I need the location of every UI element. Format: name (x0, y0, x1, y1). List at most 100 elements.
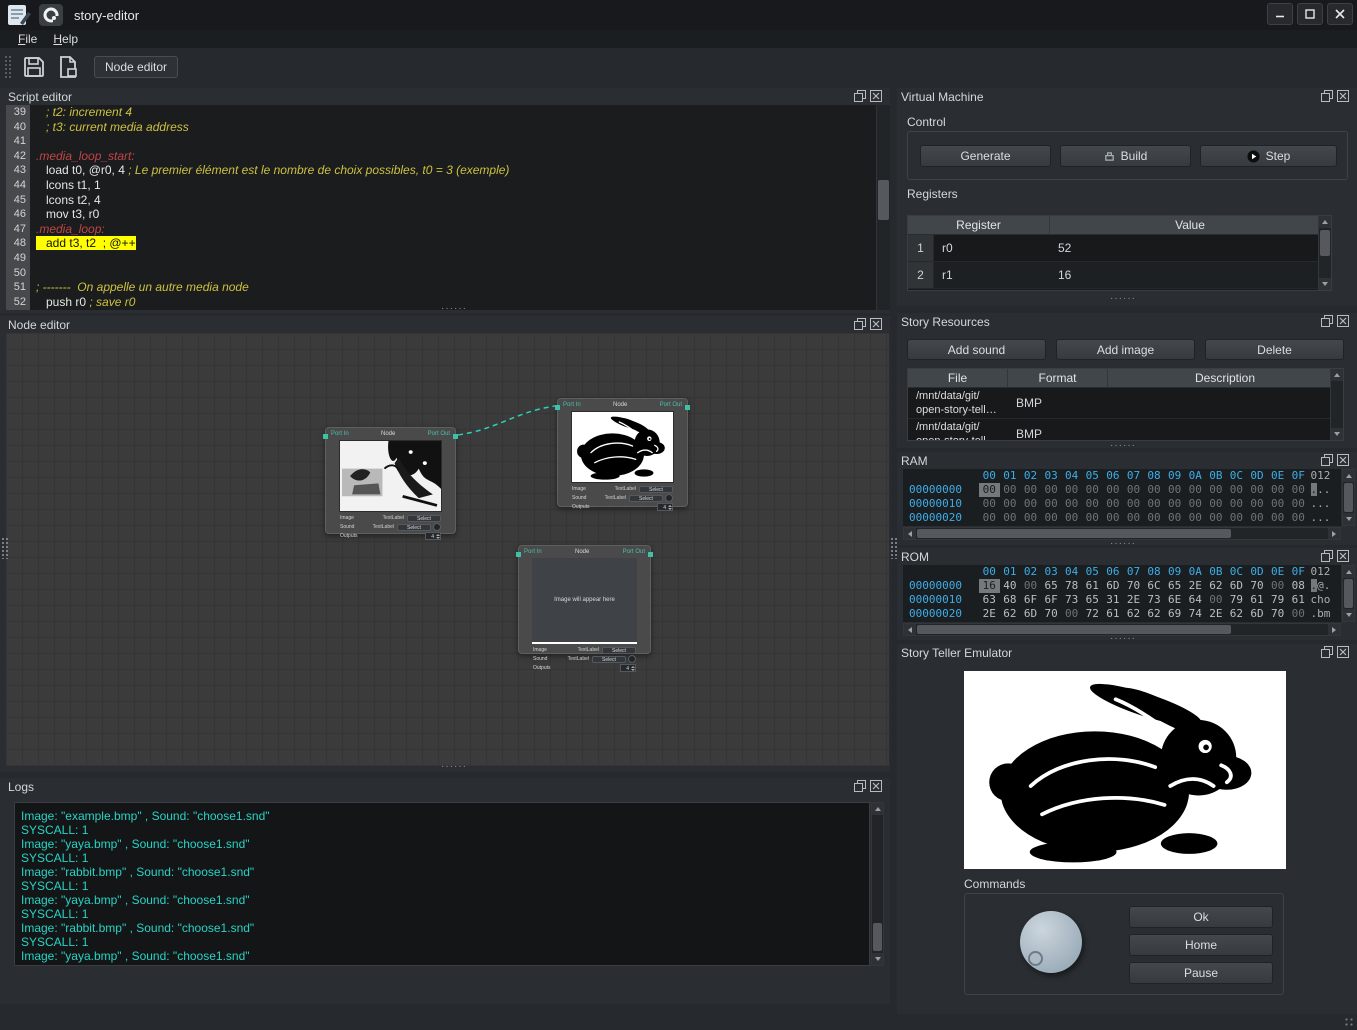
logs-scrollbar-thumb[interactable] (873, 923, 882, 951)
vertical-splitter-handle[interactable] (1, 537, 8, 559)
scroll-left-arrow[interactable] (904, 528, 916, 539)
scroll-right-arrow[interactable] (1328, 624, 1340, 635)
close-panel-icon[interactable] (1337, 550, 1349, 562)
logs-scrollbar[interactable] (871, 802, 884, 966)
select-button[interactable]: Select (407, 515, 441, 522)
emulator-header[interactable]: Story Teller Emulator (897, 644, 1357, 661)
wheel-knob[interactable] (1020, 911, 1082, 973)
resources-header[interactable]: Story Resources (897, 313, 1357, 330)
script-scrollbar[interactable] (876, 105, 890, 310)
spin-down-arrow[interactable] (668, 508, 672, 510)
registers-scrollbar[interactable] (1318, 216, 1331, 290)
spin-up-arrow[interactable] (668, 505, 672, 507)
splitter-handle[interactable]: ······ (1110, 296, 1136, 302)
play-sound-button[interactable] (628, 655, 636, 663)
close-panel-icon[interactable] (1337, 90, 1349, 102)
hex-row[interactable]: 000000001640006578616D706C652E626D700008… (903, 579, 1341, 593)
scroll-up-arrow[interactable] (1331, 369, 1343, 381)
registers-scrollbar-thumb[interactable] (1320, 230, 1330, 256)
resource-row[interactable]: /mnt/data/git/open-story-tellBMP (908, 419, 1343, 441)
vm-header[interactable]: Virtual Machine (897, 88, 1357, 105)
rom-vscrollbar[interactable] (1342, 565, 1355, 622)
media-node[interactable]: Port InNodePort OutImageTextLabelSelectS… (325, 427, 456, 534)
ram-vscroll-thumb[interactable] (1344, 483, 1353, 512)
logs-header[interactable]: Logs (0, 778, 890, 795)
outputs-spinbox[interactable]: 4 (620, 664, 636, 672)
spin-down-arrow[interactable] (436, 537, 440, 539)
outputs-spinbox[interactable]: 4 (425, 532, 441, 540)
menu-help[interactable]: Help (45, 31, 86, 47)
node-editor-header[interactable]: Node editor (0, 316, 890, 333)
float-panel-icon[interactable] (1321, 454, 1333, 466)
select-button[interactable]: Select (629, 495, 663, 502)
hex-row[interactable]: 0000000000000000000000000000000000000000… (903, 483, 1341, 497)
logs-output[interactable]: Image: "example.bmp" , Sound: "choose1.s… (14, 802, 870, 966)
select-button[interactable]: Select (592, 656, 626, 663)
toolbar-drag-handle[interactable] (4, 55, 12, 79)
ram-header[interactable]: RAM (897, 452, 1357, 469)
script-scrollbar-thumb[interactable] (878, 180, 889, 220)
home-button[interactable]: Home (1129, 934, 1273, 956)
scroll-down-arrow[interactable] (1343, 513, 1354, 525)
outputs-spinbox[interactable]: 4 (657, 503, 673, 511)
scroll-down-arrow[interactable] (1331, 428, 1343, 440)
ram-hscroll-thumb[interactable] (917, 529, 1231, 538)
play-sound-button[interactable] (665, 494, 673, 502)
minimize-button[interactable] (1267, 3, 1293, 25)
script-code-area[interactable]: 39 ; t2: increment 440 ; t3: current med… (6, 105, 889, 310)
select-button[interactable]: Select (602, 647, 636, 654)
close-button[interactable] (1327, 3, 1353, 25)
close-panel-icon[interactable] (870, 318, 882, 330)
scroll-up-arrow[interactable] (1343, 566, 1354, 578)
close-panel-icon[interactable] (1337, 315, 1349, 327)
rom-header[interactable]: ROM (897, 548, 1357, 565)
float-panel-icon[interactable] (854, 318, 866, 330)
menu-file[interactable]: File (10, 31, 45, 47)
scroll-left-arrow[interactable] (904, 624, 916, 635)
port-in-dot[interactable] (323, 434, 328, 439)
rom-vscroll-thumb[interactable] (1344, 579, 1353, 608)
splitter-handle[interactable]: ······ (441, 764, 467, 770)
description-column-header[interactable]: Description (1108, 369, 1343, 387)
splitter-handle[interactable]: ······ (1110, 636, 1136, 642)
close-panel-icon[interactable] (1337, 646, 1349, 658)
build-button[interactable]: Build (1060, 145, 1191, 167)
spin-up-arrow[interactable] (631, 666, 635, 668)
close-panel-icon[interactable] (870, 90, 882, 102)
new-file-icon[interactable] (56, 55, 80, 79)
port-in-dot[interactable] (516, 552, 521, 557)
float-panel-icon[interactable] (1321, 550, 1333, 562)
register-column-header[interactable]: Register (908, 216, 1050, 234)
hex-row[interactable]: 0000001000000000000000000000000000000000… (903, 497, 1341, 511)
float-panel-icon[interactable] (1321, 90, 1333, 102)
script-editor-header[interactable]: Script editor (0, 88, 890, 105)
hex-row[interactable]: 0000001063686F6F7365312E736E640079617961… (903, 593, 1341, 607)
spin-down-arrow[interactable] (631, 669, 635, 671)
window-resize-grip[interactable] (1344, 1017, 1354, 1027)
rom-hscroll-thumb[interactable] (917, 625, 1231, 634)
scroll-up-arrow[interactable] (1319, 216, 1331, 228)
hex-row[interactable]: 0000002000000000000000000000000000000000… (903, 511, 1341, 525)
float-panel-icon[interactable] (1321, 646, 1333, 658)
node-canvas[interactable]: Port InNodePort OutImageTextLabelSelectS… (6, 333, 889, 766)
scroll-down-arrow[interactable] (1319, 278, 1331, 290)
close-panel-icon[interactable] (1337, 454, 1349, 466)
step-button[interactable]: Step (1200, 145, 1337, 167)
format-column-header[interactable]: Format (1008, 369, 1108, 387)
scroll-down-arrow[interactable] (872, 953, 883, 965)
select-button[interactable]: Select (397, 524, 431, 531)
register-row[interactable]: 2r116 (908, 262, 1331, 289)
port-out-dot[interactable] (453, 434, 458, 439)
add-sound-button[interactable]: Add sound (907, 339, 1046, 360)
ram-vscrollbar[interactable] (1342, 469, 1355, 526)
port-out-dot[interactable] (685, 405, 690, 410)
ram-hex-view[interactable]: 000102030405060708090A0B0C0D0E0F01200000… (903, 469, 1341, 526)
resource-row[interactable]: /mnt/data/git/open-story-tell…BMP (908, 388, 1343, 419)
scroll-up-arrow[interactable] (1343, 470, 1354, 482)
maximize-button[interactable] (1297, 3, 1323, 25)
scroll-up-arrow[interactable] (872, 803, 883, 815)
port-out-dot[interactable] (648, 552, 653, 557)
add-image-button[interactable]: Add image (1056, 339, 1195, 360)
value-column-header[interactable]: Value (1050, 216, 1331, 234)
vertical-splitter-handle[interactable] (890, 537, 897, 559)
